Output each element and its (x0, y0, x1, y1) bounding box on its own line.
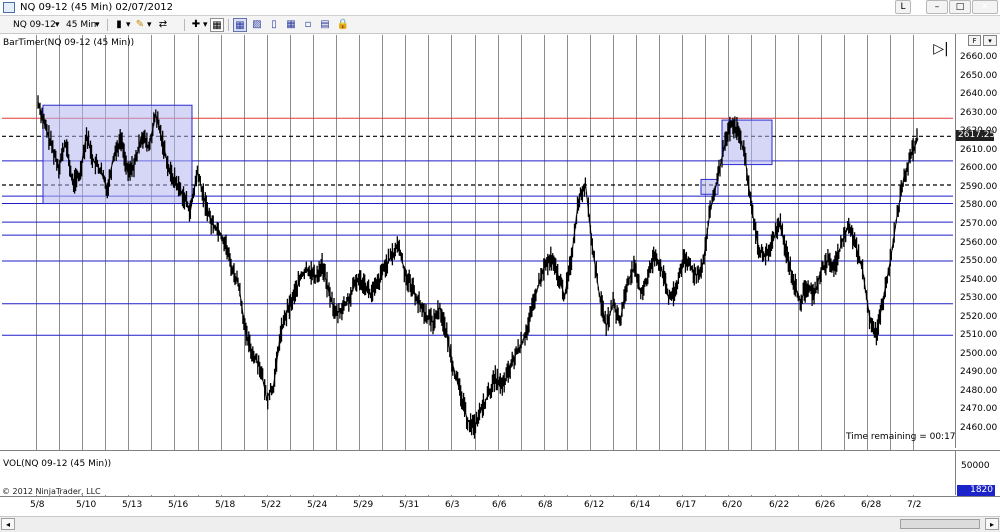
price-tick-label: 2520.00 (960, 311, 998, 322)
volume-axis-label: 50000 (961, 461, 990, 471)
volume-panel[interactable] (0, 450, 955, 495)
date-tick-label: 5/22 (261, 500, 282, 510)
volume-indicator-label: VOL(NQ 09-12 (45 Min)) (3, 459, 112, 469)
fixed-scale-button[interactable]: F (968, 35, 981, 46)
price-tick-label: 2650.00 (960, 70, 998, 81)
date-tick-label: 5/31 (399, 500, 420, 510)
date-tick-label: 6/17 (676, 500, 697, 510)
date-tick-label: 6/3 (445, 500, 460, 510)
price-tick-label: 2470.00 (960, 404, 998, 415)
scale-dropdown-icon[interactable]: ▾ (983, 35, 997, 46)
bartimer-label: BarTimer(NQ 09-12 (45 Min)) (3, 38, 135, 48)
date-tick-label: 6/22 (769, 500, 790, 510)
scroll-right-button[interactable]: ▸ (985, 518, 999, 530)
price-tick-label: 2510.00 (960, 330, 998, 341)
scroll-thumb[interactable] (900, 519, 980, 529)
date-tick-label: 6/28 (861, 500, 882, 510)
date-tick-label: 5/8 (30, 500, 45, 510)
price-tick-label: 2600.00 (960, 163, 998, 174)
price-tick-label: 2460.00 (960, 423, 998, 433)
date-tick-label: 6/26 (815, 500, 836, 510)
price-tick-label: 2540.00 (960, 274, 998, 285)
price-tick-label: 2610.00 (960, 144, 998, 155)
price-tick-label: 2560.00 (960, 237, 998, 248)
date-tick-label: 6/6 (492, 500, 507, 510)
date-tick-label: 5/24 (307, 500, 328, 510)
date-tick-label: 6/12 (584, 500, 605, 510)
price-tick-label: 2480.00 (960, 385, 998, 396)
date-tick-label: 5/18 (215, 500, 236, 510)
price-tick-label: 2590.00 (960, 181, 998, 192)
scroll-left-button[interactable]: ◂ (1, 518, 15, 530)
price-tick-label: 2570.00 (960, 218, 998, 229)
go-to-end-icon[interactable]: ▷| (932, 41, 950, 57)
price-tick-label: 2630.00 (960, 107, 998, 118)
date-tick-label: 6/8 (538, 500, 553, 510)
last-volume-badge: 1820 (957, 485, 995, 496)
copyright-label: © 2012 NinjaTrader, LLC (2, 487, 101, 496)
price-tick-label: 2580.00 (960, 200, 998, 211)
price-tick-label: 2530.00 (960, 293, 998, 304)
date-tick-label: 7/2 (907, 500, 922, 510)
time-remaining-label: Time remaining = 00:17:56 (846, 432, 971, 442)
date-tick-label: 6/14 (630, 500, 651, 510)
price-tick-label: 2550.00 (960, 256, 998, 267)
range-box (42, 104, 193, 205)
horizontal-scrollbar[interactable] (0, 516, 1000, 532)
date-tick-label: 5/13 (122, 500, 143, 510)
last-price-badge: 2617.25 (956, 130, 996, 142)
date-tick-label: 5/16 (168, 500, 189, 510)
date-tick-label: 6/20 (722, 500, 743, 510)
price-tick-label: 2500.00 (960, 348, 998, 359)
price-tick-label: 2660.00 (960, 52, 998, 62)
date-tick-label: 5/10 (76, 500, 97, 510)
price-tick-label: 2490.00 (960, 367, 998, 378)
date-tick-label: 5/29 (353, 500, 374, 510)
price-tick-label: 2640.00 (960, 89, 998, 100)
